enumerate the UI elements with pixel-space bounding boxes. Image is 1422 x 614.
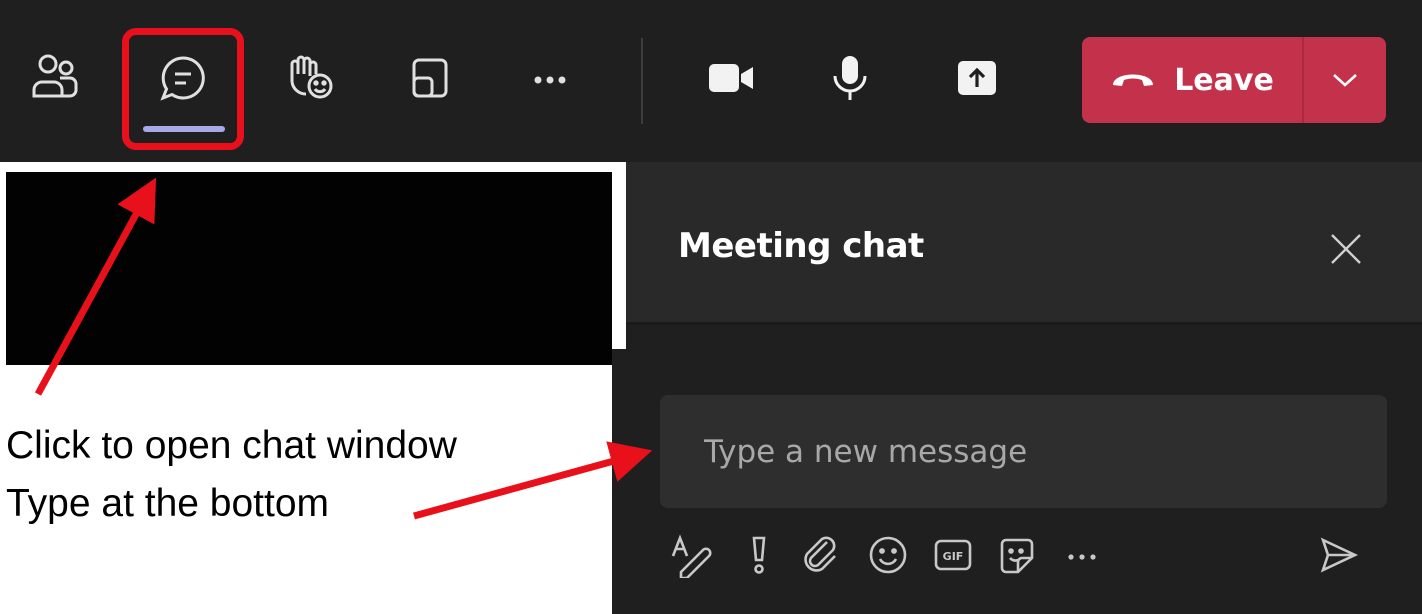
video-stage: [6, 172, 612, 365]
more-options-icon[interactable]: [1057, 530, 1107, 580]
important-icon[interactable]: [734, 530, 784, 580]
toolbar-divider: [641, 38, 643, 124]
leave-options-button[interactable]: [1304, 37, 1386, 123]
close-icon: [1331, 234, 1361, 264]
people-icon[interactable]: [26, 48, 86, 108]
attach-icon[interactable]: [795, 530, 845, 580]
chat-title: Meeting chat: [678, 226, 924, 266]
emoji-icon[interactable]: [863, 530, 913, 580]
leave-button[interactable]: Leave: [1082, 37, 1302, 123]
share-screen-icon[interactable]: [947, 48, 1007, 108]
microphone-icon[interactable]: [820, 48, 880, 108]
gif-icon[interactable]: GIF: [928, 530, 978, 580]
chevron-down-icon: [1333, 74, 1357, 87]
annotation-line-1: Click to open chat window: [6, 424, 457, 467]
svg-text:GIF: GIF: [943, 550, 964, 563]
sticker-icon[interactable]: [992, 530, 1042, 580]
close-chat-button[interactable]: [1323, 226, 1369, 272]
annotation-line-2: Type at the bottom: [6, 482, 330, 525]
camera-icon[interactable]: [701, 48, 761, 108]
chat-body: [626, 325, 1422, 349]
leave-button-group: Leave: [1082, 37, 1386, 123]
send-icon[interactable]: [1313, 530, 1363, 580]
more-options-icon[interactable]: [520, 48, 580, 108]
view-layout-icon[interactable]: [400, 48, 460, 108]
format-icon[interactable]: [665, 530, 715, 580]
message-input[interactable]: [660, 395, 1387, 508]
raise-hand-react-icon[interactable]: [280, 48, 340, 108]
leave-label: Leave: [1174, 62, 1274, 98]
active-tab-indicator: [143, 126, 225, 132]
hang-up-icon: [1113, 74, 1154, 86]
